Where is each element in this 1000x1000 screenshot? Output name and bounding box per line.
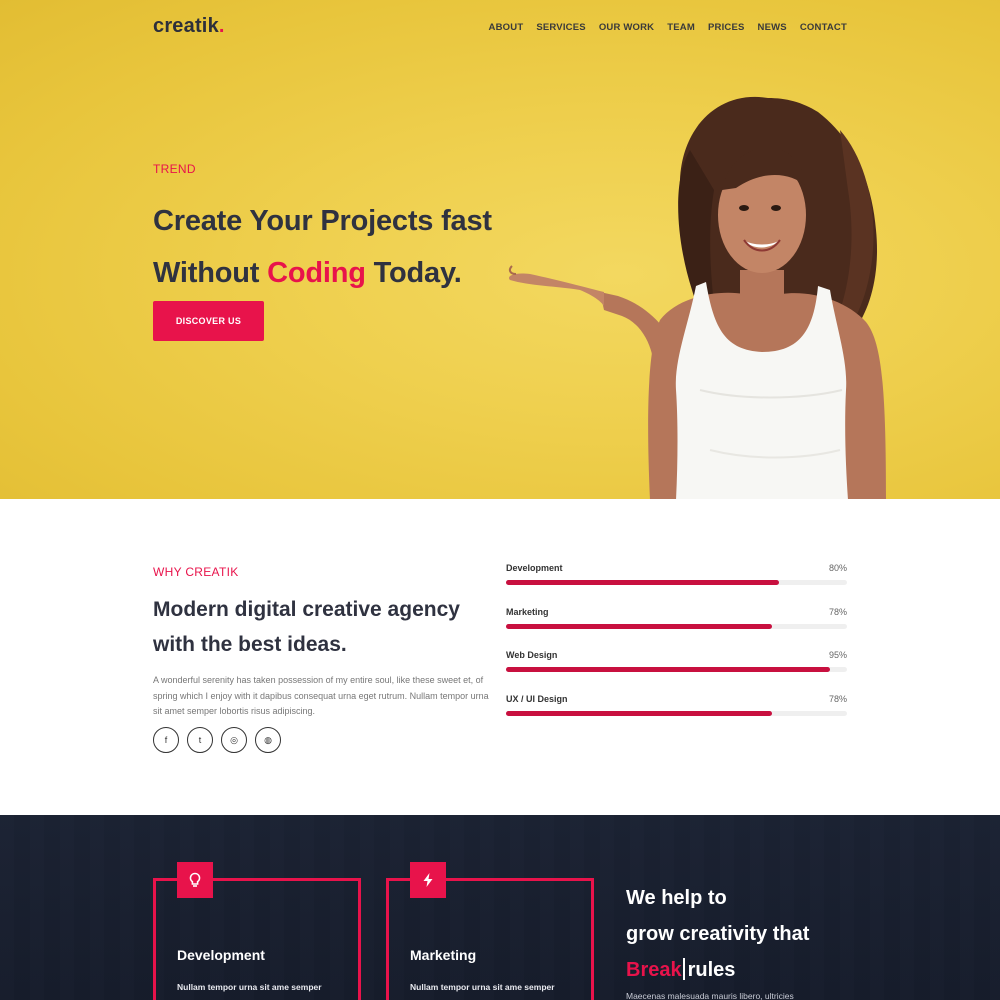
skill-track [506, 710, 847, 716]
hero-title-line2-end: Today. [365, 257, 462, 289]
help-description: Maecenas malesuada mauris libero, ultric… [626, 991, 794, 1000]
skill-name: Development [506, 563, 563, 573]
skill-marketing: Marketing 78% [506, 607, 847, 651]
skill-web-design: Web Design 95% [506, 650, 847, 694]
brand-logo[interactable]: creatik. [153, 15, 225, 38]
hero-section: creatik. ABOUT SERVICES OUR WORK TEAM PR… [0, 0, 1000, 499]
main-nav: ABOUT SERVICES OUR WORK TEAM PRICES NEWS… [476, 22, 847, 33]
facebook-icon[interactable]: f [153, 727, 179, 753]
nav-news[interactable]: NEWS [758, 22, 787, 33]
skill-track [506, 667, 847, 672]
about-title: Modern digital creative agency with the … [153, 592, 513, 662]
skill-track [506, 623, 847, 629]
service-title: Marketing [410, 947, 477, 963]
nav-contact[interactable]: CONTACT [800, 22, 847, 33]
skill-fill [506, 710, 772, 716]
skill-fill [506, 623, 772, 629]
skill-percent: 78% [828, 693, 847, 704]
hero-title-line1: Create Your Projects fast [153, 205, 492, 237]
discover-us-button[interactable]: DISCOVER US [153, 301, 264, 341]
skill-fill [506, 667, 830, 672]
brand-name: creatik [153, 15, 219, 37]
service-text: Nullam tempor urna sit ame semper lobort… [410, 982, 564, 1000]
skill-name: Web Design [506, 650, 558, 660]
about-description: A wonderful serenity has taken possessio… [153, 675, 489, 716]
hero-title-line2-start: Without [153, 257, 268, 289]
skill-track [506, 580, 847, 585]
brand-dot: . [218, 15, 225, 37]
nav-prices[interactable]: PRICES [708, 22, 745, 33]
hero-woman-photo [508, 96, 886, 499]
nav-our-work[interactable]: OUR WORK [599, 22, 654, 33]
service-title: Development [177, 947, 265, 963]
skill-percent: 78% [828, 606, 847, 617]
instagram-icon[interactable]: ◎ [221, 727, 247, 753]
nav-about[interactable]: ABOUT [489, 22, 524, 33]
help-line2: grow creativity that [626, 923, 810, 945]
dribbble-icon[interactable]: ◍ [255, 727, 281, 753]
skill-development: Development 80% [506, 563, 847, 607]
hero-title: Create Your Projects fast Without Coding… [153, 195, 492, 299]
twitter-icon[interactable]: t [187, 727, 213, 753]
skill-name: Marketing [506, 606, 549, 617]
skill-percent: 80% [828, 563, 847, 573]
nav-services[interactable]: SERVICES [536, 22, 585, 33]
about-title-line1: Modern digital creative agency [153, 598, 460, 621]
about-eyebrow: WHY CREATIK [153, 565, 239, 579]
lightning-icon [410, 862, 446, 898]
lightbulb-icon [177, 862, 213, 898]
hero-eyebrow: TREND [153, 162, 196, 176]
skills-list: Development 80% Marketing 78% Web Design… [506, 563, 847, 737]
skill-fill [506, 580, 779, 585]
nav-team[interactable]: TEAM [667, 22, 695, 33]
service-text: Nullam tempor urna sit ame semper lobort… [177, 982, 331, 1000]
skill-ux-ui-design: UX / UI Design 78% [506, 694, 847, 738]
skill-percent: 95% [828, 650, 847, 660]
social-links: f t ◎ ◍ [153, 727, 281, 753]
hero-title-accent: Coding [267, 257, 366, 289]
skill-name: UX / UI Design [506, 693, 568, 704]
about-title-line2: with the best ideas. [153, 633, 347, 656]
help-line1: We help to [626, 887, 727, 909]
help-accent: Break [626, 959, 682, 981]
typing-cursor [682, 958, 685, 980]
help-after: rules [687, 959, 736, 981]
help-heading: We help to grow creativity that Break rul… [626, 880, 809, 988]
